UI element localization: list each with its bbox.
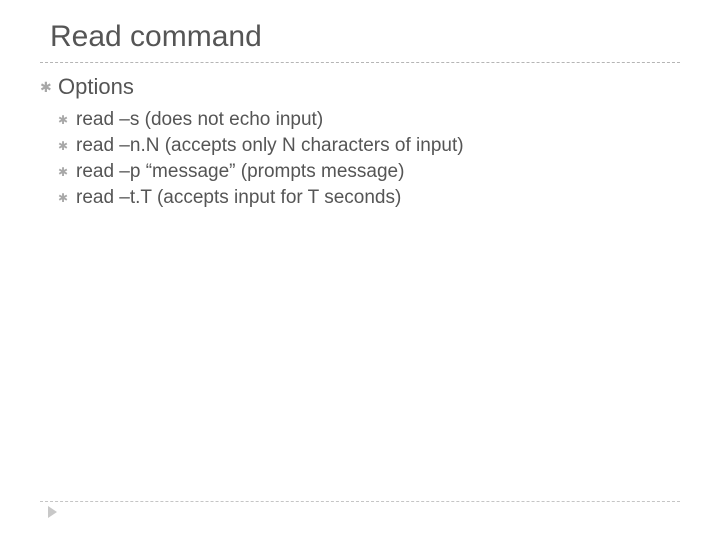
item-text: read –t.T (accepts input for T seconds): [76, 185, 401, 211]
subtitle-row: ✱ Options: [40, 73, 680, 107]
list-item: ✱ read –t.T (accepts input for T seconds…: [58, 185, 680, 211]
subtitle: Options: [58, 73, 134, 101]
divider-top: [40, 62, 680, 63]
triangle-icon: [48, 506, 57, 518]
bullet-icon: ✱: [58, 133, 76, 159]
item-text: read –p “message” (prompts message): [76, 159, 404, 185]
bullet-icon: ✱: [40, 73, 58, 101]
bullet-icon: ✱: [58, 185, 76, 211]
list-item: ✱ read –p “message” (prompts message): [58, 159, 680, 185]
list-item: ✱ read –s (does not echo input): [58, 107, 680, 133]
bullet-icon: ✱: [58, 159, 76, 185]
item-text: read –s (does not echo input): [76, 107, 323, 133]
slide: Read command ✱ Options ✱ read –s (does n…: [0, 0, 720, 540]
divider-bottom: [40, 501, 680, 502]
slide-title: Read command: [50, 20, 680, 54]
bullet-icon: ✱: [58, 107, 76, 133]
item-text: read –n.N (accepts only N characters of …: [76, 133, 464, 159]
item-list: ✱ read –s (does not echo input) ✱ read –…: [40, 107, 680, 211]
list-item: ✱ read –n.N (accepts only N characters o…: [58, 133, 680, 159]
